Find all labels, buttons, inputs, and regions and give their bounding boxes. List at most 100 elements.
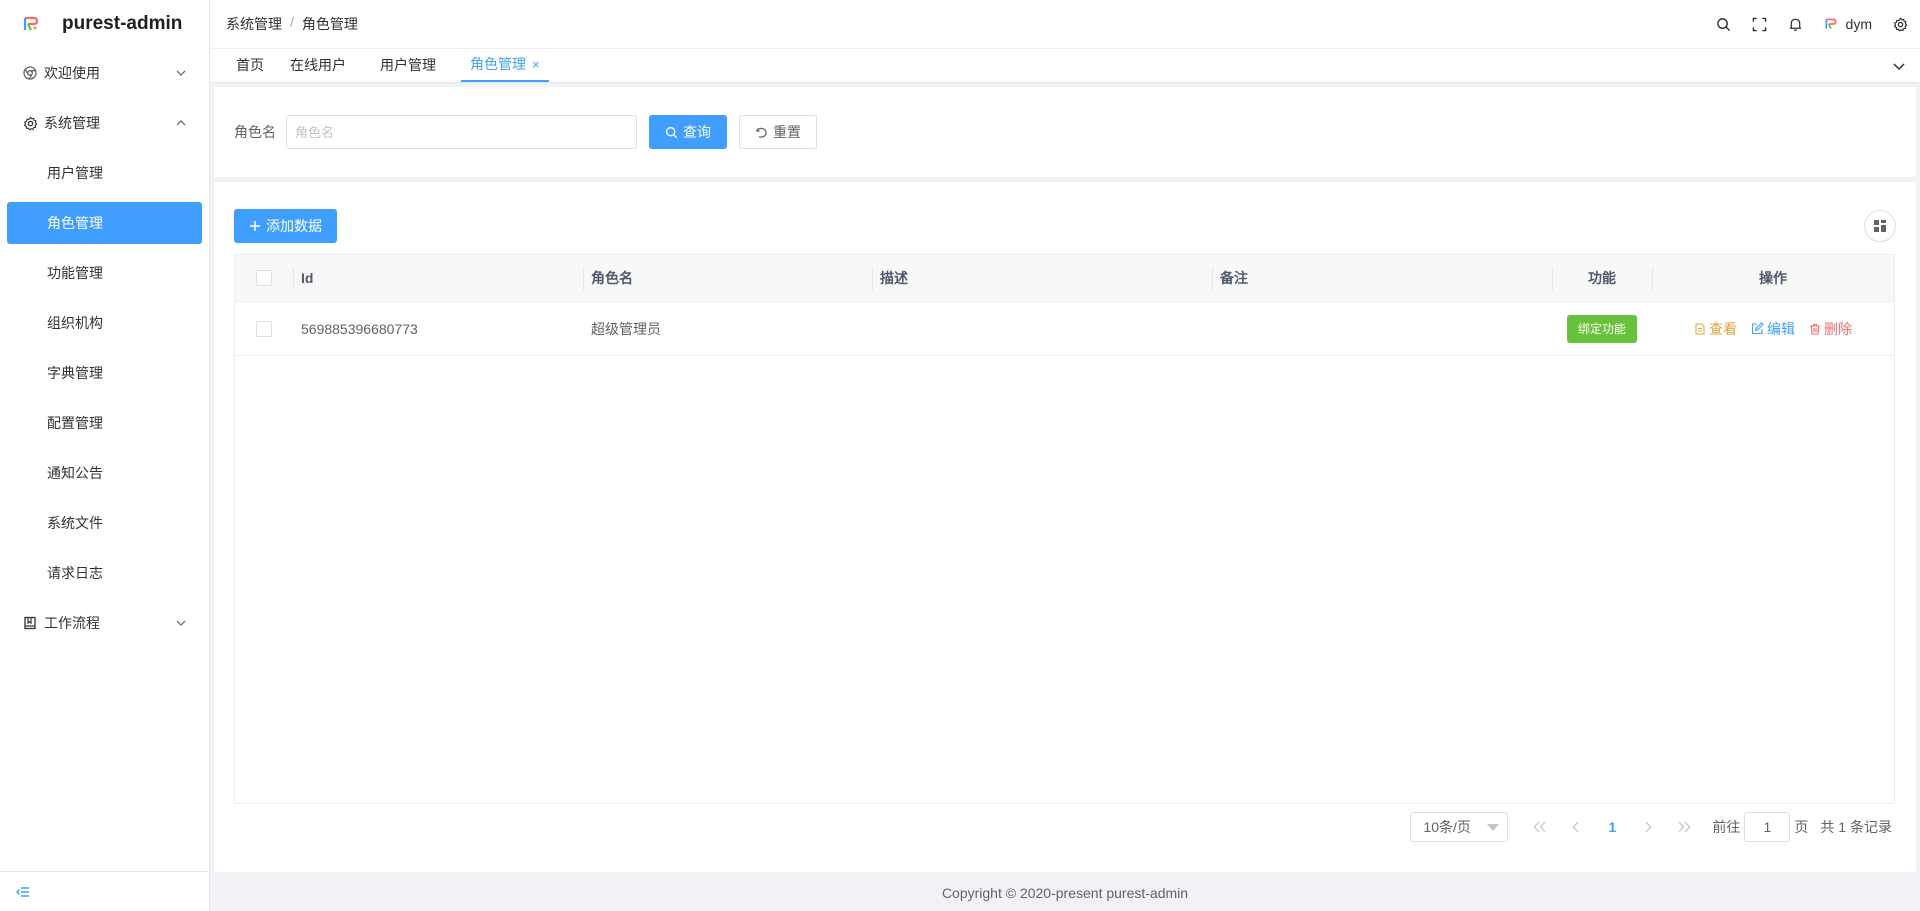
sidebar-item-files[interactable]: 系统文件 [7,498,202,548]
trash-icon [1810,323,1820,335]
prev-page-icon[interactable] [1558,812,1594,842]
cell-id: 569885396680773 [301,320,418,337]
tab-role-management[interactable]: 角色管理 × [461,48,549,82]
header-actions: dym [1716,0,1908,48]
chrome-icon [22,65,38,81]
page-size-value: 10条/页 [1423,819,1471,835]
page-footer: Copyright © 2020-present purest-admin [941,885,1189,901]
reset-button[interactable]: 重置 [739,115,817,149]
delete-label: 删除 [1824,320,1852,337]
logo[interactable]: purest-admin [0,0,209,48]
select-all-checkbox[interactable] [256,270,272,286]
query-button[interactable]: 查询 [649,115,727,149]
add-data-button[interactable]: 添加数据 [234,209,337,243]
sidebar-item-label: 工作流程 [44,615,100,631]
sidebar-item-notices[interactable]: 通知公告 [7,448,202,498]
view-label: 查看 [1709,320,1737,337]
row-checkbox[interactable] [256,320,272,337]
grid-icon [1874,220,1886,232]
tab-label: 在线用户 [290,57,346,73]
role-name-input[interactable] [286,115,637,149]
breadcrumb-item[interactable]: 系统管理 [226,14,282,34]
total-records: 共 1 条记录 [1820,819,1892,835]
header-cell-id: Id [293,255,583,301]
column-settings-button[interactable] [1864,210,1896,242]
fullscreen-icon[interactable] [1752,16,1768,32]
sidebar-menu: 欢迎使用 系统管理 用户管理 角色管理 功能管理 组织机构 字典管理 配置管理 … [0,48,209,648]
edit-label: 编辑 [1767,320,1795,337]
logo-icon [23,16,39,31]
breadcrumb: 系统管理 / 角色管理 [226,14,358,34]
page-number-current[interactable]: 1 [1594,812,1630,842]
bell-icon[interactable] [1788,16,1804,32]
plus-icon [250,221,260,231]
header-cell-actions: 操作 [1652,255,1894,301]
cell-function: 绑定功能 [1552,302,1652,355]
tabs-bar: 首页 在线用户 用户管理 角色管理 × [210,48,1920,83]
app-title: purest-admin [62,13,183,34]
sidebar-item-config[interactable]: 配置管理 [7,398,202,448]
sidebar: purest-admin 欢迎使用 系统管理 用户管理 角色管理 功能管理 组织… [0,0,210,911]
tab-label: 角色管理 [470,56,526,72]
sidebar-item-system[interactable]: 系统管理 [0,98,209,148]
username: dym [1845,16,1872,32]
chevron-down-icon[interactable] [1892,59,1906,73]
first-page-icon[interactable] [1522,812,1558,842]
chevron-down-icon [176,70,186,76]
cell-actions: 查看 编辑 删除 [1652,302,1894,355]
user-menu[interactable]: dym [1824,16,1872,32]
avatar [1825,18,1837,30]
search-icon[interactable] [1716,16,1732,32]
tab-label: 用户管理 [380,57,436,73]
table-card: 添加数据 Id 角色名 描述 备注 功能 操作 569885396680773 … [214,182,1916,872]
roles-table: Id 角色名 描述 备注 功能 操作 569885396680773 超级管理员… [234,254,1895,804]
sidebar-item-dictionary[interactable]: 字典管理 [7,348,202,398]
sidebar-item-request-log[interactable]: 请求日志 [7,548,202,598]
cell-role-name: 超级管理员 [591,320,661,337]
header-cell-remark: 备注 [1212,255,1552,301]
book-icon [22,615,38,631]
collapse-sidebar-button[interactable] [0,871,209,911]
tab-user-management[interactable]: 用户管理 [371,48,445,82]
sidebar-item-users[interactable]: 用户管理 [7,148,202,198]
add-data-label: 添加数据 [266,218,322,234]
tab-online-users[interactable]: 在线用户 [281,48,355,82]
next-page-icon[interactable] [1630,812,1666,842]
edit-button[interactable]: 编辑 [1751,319,1795,339]
sidebar-item-organization[interactable]: 组织机构 [7,298,202,348]
goto-page-input[interactable] [1744,812,1791,842]
goto-page: 前往 页 [1712,812,1808,842]
delete-button[interactable]: 删除 [1809,319,1852,339]
sidebar-item-functions[interactable]: 功能管理 [7,248,202,298]
table-header: Id 角色名 描述 备注 功能 操作 [235,255,1894,302]
menu-fold-icon [16,886,29,897]
search-form: 角色名 查询 重置 [214,87,1916,177]
reset-button-label: 重置 [773,124,801,140]
header-cell-select [235,255,293,301]
chevron-down-icon [176,620,186,626]
cell-remark [1212,302,1552,355]
sidebar-item-welcome[interactable]: 欢迎使用 [0,48,209,98]
refresh-icon [755,127,767,138]
last-page-icon[interactable] [1666,812,1702,842]
view-button[interactable]: 查看 [1694,319,1737,339]
breadcrumb-separator: / [290,14,294,30]
sidebar-item-label: 系统管理 [44,115,100,131]
bind-function-button[interactable]: 绑定功能 [1566,314,1637,343]
goto-prefix: 前往 [1712,819,1741,835]
sidebar-item-label: 欢迎使用 [44,65,100,81]
page-size-select[interactable]: 10条/页 [1410,812,1509,842]
caret-down-icon [1487,824,1500,831]
top-header: 系统管理 / 角色管理 dym [210,0,1920,48]
pagination: 10条/页 1 前往 页 共 1 条记录 [1410,812,1892,842]
breadcrumb-item-current: 角色管理 [301,16,358,32]
cell-description [872,302,1212,355]
tab-home[interactable]: 首页 [226,48,273,82]
header-cell-role-name: 角色名 [583,255,872,301]
sidebar-item-roles[interactable]: 角色管理 [7,202,202,244]
close-icon[interactable]: × [532,57,540,72]
settings-icon[interactable] [1892,16,1908,32]
table-row: 569885396680773 超级管理员 绑定功能 查看 编辑 删除 [235,302,1894,356]
sidebar-item-workflow[interactable]: 工作流程 [0,598,209,648]
gear-icon [22,115,38,131]
